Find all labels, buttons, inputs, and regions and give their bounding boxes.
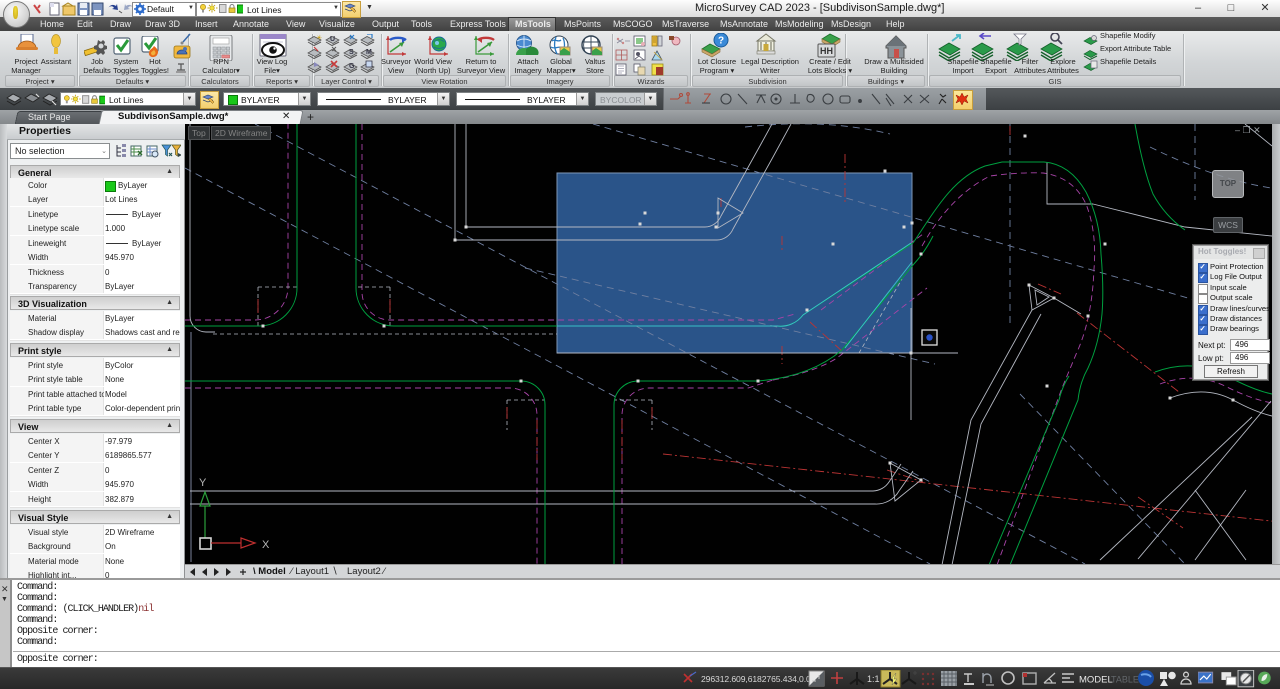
svg-text:X: X (262, 539, 270, 551)
svg-text:S: S (349, 49, 354, 56)
svg-text:G: G (349, 63, 355, 70)
svg-text:Y: Y (199, 477, 207, 489)
svg-text:?: ? (718, 36, 724, 47)
svg-text:HH: HH (820, 46, 833, 56)
svg-text:☀: ☀ (316, 34, 322, 42)
svg-text:M: M (366, 49, 372, 56)
svg-text:MODEL: MODEL (1079, 675, 1113, 686)
svg-text:U: U (330, 36, 335, 43)
svg-text:1:1: 1:1 (867, 674, 880, 684)
svg-text:296312.609,6182765.434,0.000: 296312.609,6182765.434,0.000 (701, 674, 820, 684)
